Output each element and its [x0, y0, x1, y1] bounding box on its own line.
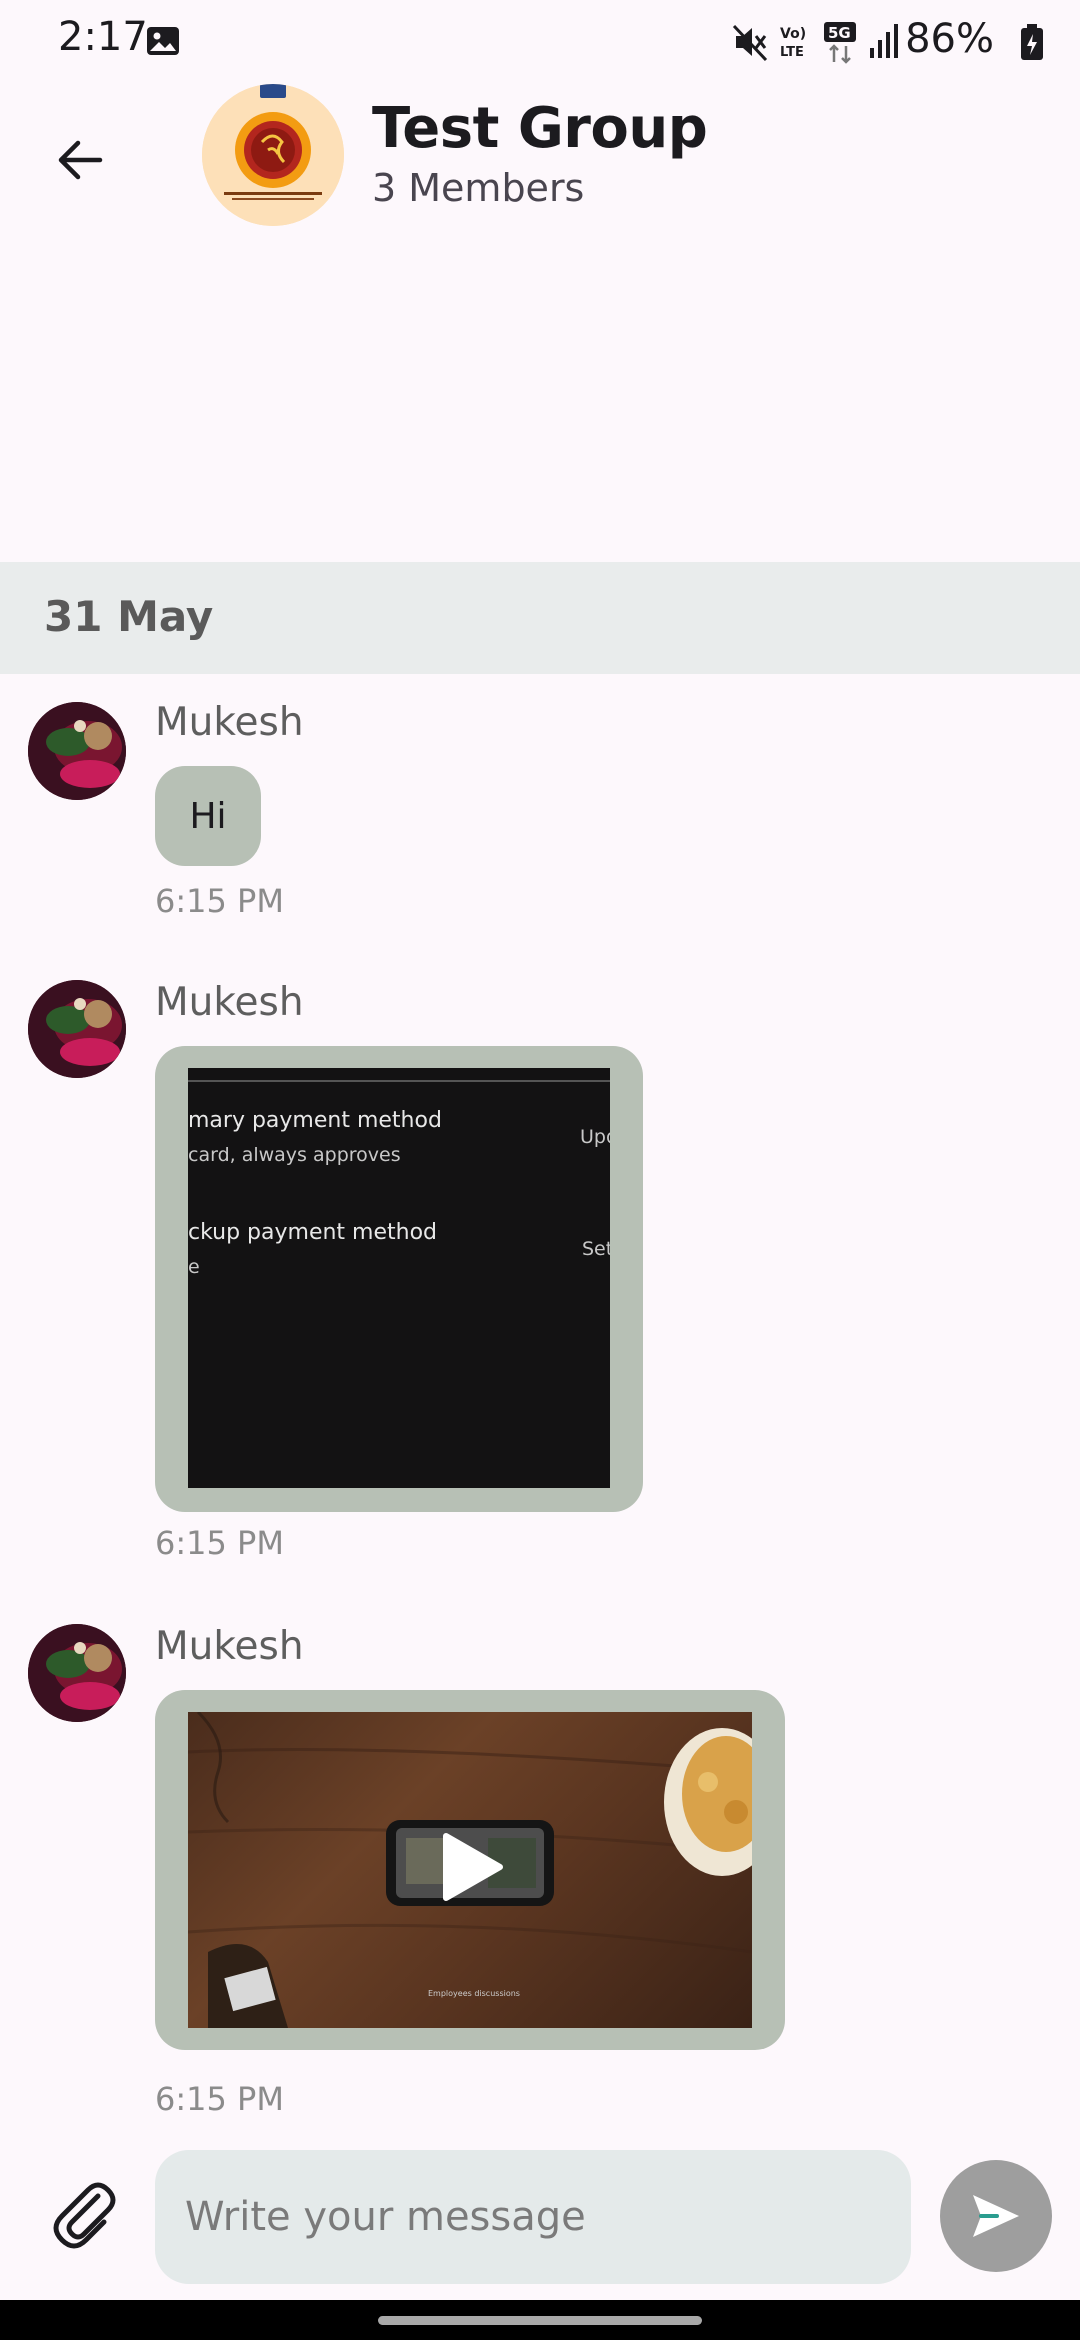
image-text-line: Upd — [580, 1126, 610, 1148]
image-text-line: mary payment method — [188, 1108, 442, 1133]
home-indicator[interactable] — [378, 2316, 702, 2325]
play-icon[interactable] — [426, 1824, 512, 1910]
send-button[interactable] — [940, 2160, 1052, 2272]
date-separator: 31 May — [0, 562, 1080, 674]
date-label: 31 May — [44, 592, 214, 641]
chat-header: Test Group 3 Members — [0, 84, 1080, 234]
image-text-line: card, always approves — [188, 1144, 401, 1166]
volte-icon: Vo) LTE — [780, 26, 806, 60]
status-icons: Vo) LTE 5G 86% — [540, 0, 1080, 84]
image-text-line: Set — [582, 1238, 610, 1260]
message-time: 6:15 PM — [155, 882, 284, 920]
status-bar: 2:17 Vo) LTE 5G 86% — [0, 0, 1080, 84]
svg-text:Vo): Vo) — [780, 26, 806, 42]
svg-text:Employees discussions: Employees discussions — [428, 1989, 520, 1998]
sender-name: Mukesh — [155, 700, 304, 745]
signal-icon — [870, 24, 898, 58]
image-message-bubble[interactable]: mary payment method card, always approve… — [155, 1046, 643, 1512]
status-time: 2:17 — [58, 14, 148, 60]
send-icon — [973, 2195, 1019, 2237]
battery-percent: 86% — [905, 16, 994, 62]
system-nav-bar — [0, 2300, 1080, 2340]
avatar-image — [28, 1624, 126, 1722]
message-time: 6:15 PM — [155, 1524, 284, 1562]
back-arrow-icon — [58, 140, 103, 180]
sender-avatar[interactable] — [28, 702, 126, 800]
message-bubble[interactable]: Hi — [155, 766, 261, 866]
message-composer — [0, 2136, 1080, 2300]
svg-text:5G: 5G — [828, 24, 851, 42]
shared-image[interactable]: mary payment method card, always approve… — [188, 1068, 610, 1488]
back-button[interactable] — [44, 124, 116, 196]
gallery-icon — [147, 27, 179, 55]
paperclip-icon — [53, 2182, 116, 2249]
message-input[interactable] — [155, 2150, 911, 2284]
group-logo-image — [202, 84, 344, 226]
video-message-bubble[interactable]: Employees discussions — [155, 1690, 785, 2050]
group-title: Test Group — [372, 96, 708, 161]
sender-name: Mukesh — [155, 980, 304, 1025]
battery-icon — [1021, 24, 1043, 60]
message-text: Hi — [189, 795, 227, 837]
message-time: 6:15 PM — [155, 2080, 284, 2118]
attach-button[interactable] — [46, 2174, 126, 2254]
sender-avatar[interactable] — [28, 1624, 126, 1722]
video-thumbnail[interactable]: Employees discussions — [188, 1712, 752, 2028]
avatar-image — [28, 702, 126, 800]
svg-text:LTE: LTE — [780, 45, 804, 60]
avatar-image — [28, 980, 126, 1078]
mute-icon — [732, 24, 768, 62]
image-text-line: e — [188, 1256, 200, 1278]
group-members-count: 3 Members — [372, 166, 585, 210]
image-text-line: ckup payment method — [188, 1220, 438, 1245]
divider — [188, 1080, 610, 1082]
5g-icon: 5G — [824, 22, 856, 64]
sender-name: Mukesh — [155, 1624, 304, 1669]
group-avatar[interactable] — [202, 84, 344, 226]
sender-avatar[interactable] — [28, 980, 126, 1078]
